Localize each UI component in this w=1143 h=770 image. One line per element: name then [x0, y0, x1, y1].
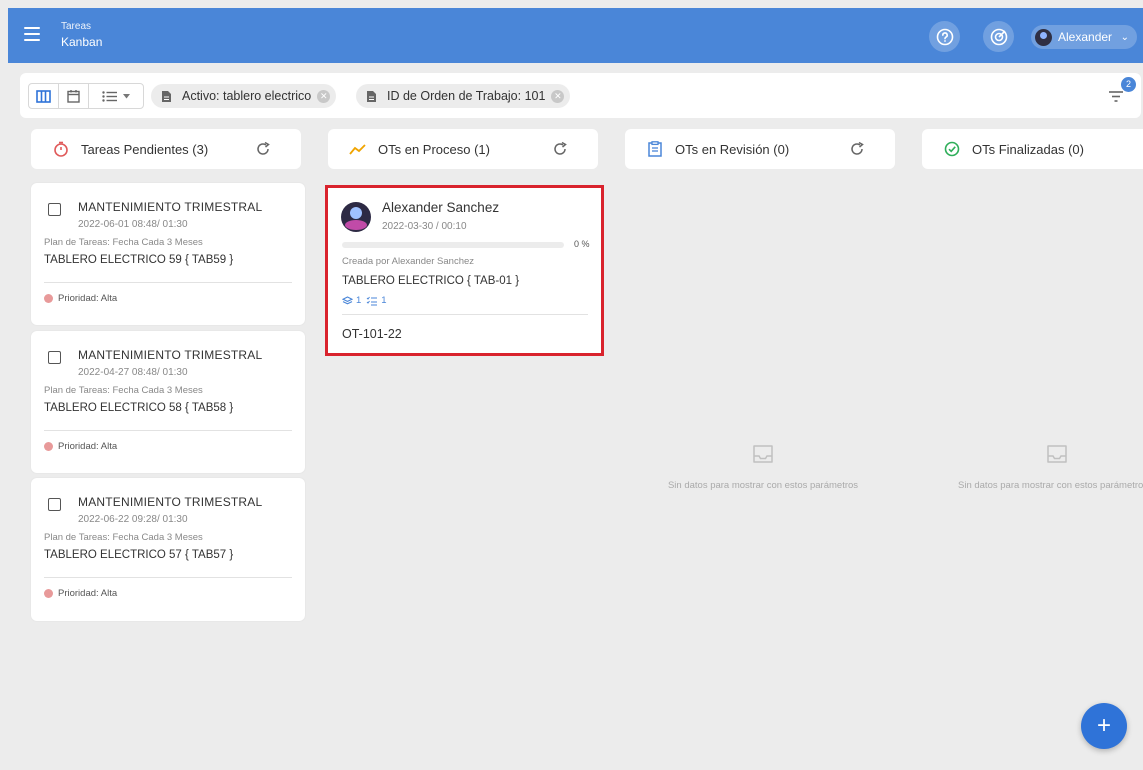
clipboard-icon: [645, 139, 665, 159]
task-title: MANTENIMIENTO TRIMESTRAL: [78, 495, 263, 509]
caret-down-icon: [123, 93, 130, 98]
priority-dot: [44, 442, 53, 451]
column-title: Tareas Pendientes (3): [81, 141, 209, 157]
task-checkbox[interactable]: [48, 498, 61, 511]
view-switcher: [28, 83, 144, 109]
inbox-icon: [753, 445, 773, 463]
empty-state-finished: Sin datos para mostrar con estos parámet…: [910, 443, 1143, 491]
calendar-view-button[interactable]: [59, 84, 89, 108]
priority-text: Prioridad: Alta: [58, 441, 118, 452]
avatar: [1035, 28, 1052, 46]
divider: [342, 314, 588, 315]
filter-count-badge: 2: [1121, 77, 1136, 92]
close-icon[interactable]: ✕: [317, 89, 331, 103]
priority-text: Prioridad: Alta: [58, 293, 118, 304]
layers-icon: [342, 295, 353, 304]
top-app-bar: Tareas Kanban Alexander ⌄: [8, 8, 1143, 63]
check-circle-icon: [942, 139, 962, 159]
task-asset: TABLERO ELECTRICO 59 { TAB59 }: [44, 254, 234, 266]
filter-chip-asset[interactable]: Activo: tablero electrico ✕: [151, 84, 337, 108]
task-title: MANTENIMIENTO TRIMESTRAL: [78, 348, 263, 362]
filter-chip-work-order[interactable]: ID de Orden de Trabajo: 101 ✕: [356, 84, 571, 108]
task-asset: TABLERO ELECTRICO 57 { TAB57 }: [44, 549, 234, 561]
task-plan: Plan de Tareas: Fecha Cada 3 Meses: [44, 385, 203, 396]
empty-message: Sin datos para mostrar con estos parámet…: [958, 480, 1143, 491]
task-plan: Plan de Tareas: Fecha Cada 3 Meses: [44, 532, 203, 543]
add-button[interactable]: +: [1081, 703, 1127, 749]
priority-dot: [44, 294, 53, 303]
stopwatch-icon: [51, 139, 71, 159]
task-asset: TABLERO ELECTRICO 58 { TAB58 }: [44, 402, 234, 414]
refresh-icon[interactable]: [849, 141, 865, 157]
plus-icon: +: [1096, 712, 1111, 739]
priority-label: Prioridad: Alta: [44, 441, 117, 452]
priority-label: Prioridad: Alta: [44, 588, 117, 599]
assignee-name: Alexander Sanchez: [382, 200, 500, 215]
list-view-button[interactable]: [89, 84, 143, 108]
target-icon: [990, 28, 1007, 45]
task-card[interactable]: MANTENIMIENTO TRIMESTRAL 2022-06-22 09:2…: [31, 478, 305, 621]
user-menu[interactable]: Alexander ⌄: [1031, 25, 1137, 49]
kanban-view-button[interactable]: [29, 84, 59, 108]
filter-bar: Activo: tablero electrico ✕ ID de Orden …: [20, 73, 1141, 118]
task-card[interactable]: MANTENIMIENTO TRIMESTRAL 2022-06-01 08:4…: [31, 183, 305, 325]
user-name: Alexander: [1058, 30, 1113, 44]
task-date: 2022-06-22 09:28/ 01:30: [78, 514, 188, 525]
column-header-finished: OTs Finalizadas (0): [922, 129, 1143, 169]
target-button[interactable]: [983, 21, 1014, 52]
progress-bar: [342, 242, 564, 248]
refresh-icon[interactable]: [552, 141, 568, 157]
inbox-icon: [1047, 445, 1067, 463]
app-title: Tareas: [61, 21, 92, 32]
checklist-icon: [366, 296, 378, 305]
priority-label: Prioridad: Alta: [44, 293, 117, 304]
calendar-icon: [67, 90, 80, 103]
menu-icon[interactable]: [24, 27, 40, 41]
help-icon: [936, 28, 953, 45]
work-order-meta: 1 1: [342, 295, 387, 306]
filter-chip-label: Activo: tablero electrico: [182, 89, 312, 103]
created-by: Creada por Alexander Sanchez: [342, 256, 475, 267]
empty-state-review: Sin datos para mostrar con estos parámet…: [613, 443, 913, 491]
task-checkbox[interactable]: [48, 351, 61, 364]
column-title: OTs en Revisión (0): [675, 141, 790, 157]
priority-text: Prioridad: Alta: [58, 588, 118, 599]
help-button[interactable]: [929, 21, 960, 52]
trend-icon: [348, 139, 368, 159]
column-title: OTs Finalizadas (0): [972, 141, 1084, 157]
close-icon[interactable]: ✕: [551, 89, 565, 103]
work-order-code: OT-101-22: [342, 327, 402, 341]
column-title: OTs en Proceso (1): [378, 141, 490, 157]
column-header-in-process: OTs en Proceso (1): [328, 129, 598, 169]
chevron-down-icon: ⌄: [1120, 31, 1129, 43]
avatar: [341, 202, 371, 232]
work-order-date: 2022-03-30 / 00:10: [382, 221, 467, 232]
list-icon: [102, 90, 117, 102]
filter-chip-label: ID de Orden de Trabajo: 101: [387, 89, 546, 103]
task-plan: Plan de Tareas: Fecha Cada 3 Meses: [44, 237, 203, 248]
column-header-review: OTs en Revisión (0): [625, 129, 895, 169]
task-checkbox[interactable]: [48, 203, 61, 216]
divider: [44, 577, 292, 578]
work-order-asset: TABLERO ELECTRICO { TAB-01 }: [342, 275, 520, 287]
task-title: MANTENIMIENTO TRIMESTRAL: [78, 200, 263, 214]
layers-count: 1: [356, 295, 362, 306]
refresh-icon[interactable]: [255, 141, 271, 157]
document-icon: [162, 90, 171, 102]
document-icon: [367, 90, 376, 102]
app-subtitle: Kanban: [61, 35, 103, 49]
checklist-count: 1: [381, 295, 387, 306]
column-header-pending: Tareas Pendientes (3): [31, 129, 301, 169]
task-date: 2022-06-01 08:48/ 01:30: [78, 219, 188, 230]
divider: [44, 430, 292, 431]
priority-dot: [44, 589, 53, 598]
work-order-card[interactable]: Alexander Sanchez 2022-03-30 / 00:10 0 %…: [325, 185, 604, 356]
empty-message: Sin datos para mostrar con estos parámet…: [667, 480, 859, 491]
divider: [44, 282, 292, 283]
kanban-icon: [36, 89, 51, 103]
task-date: 2022-04-27 08:48/ 01:30: [78, 367, 188, 378]
task-card[interactable]: MANTENIMIENTO TRIMESTRAL 2022-04-27 08:4…: [31, 331, 305, 473]
progress-label: 0 %: [574, 239, 590, 249]
